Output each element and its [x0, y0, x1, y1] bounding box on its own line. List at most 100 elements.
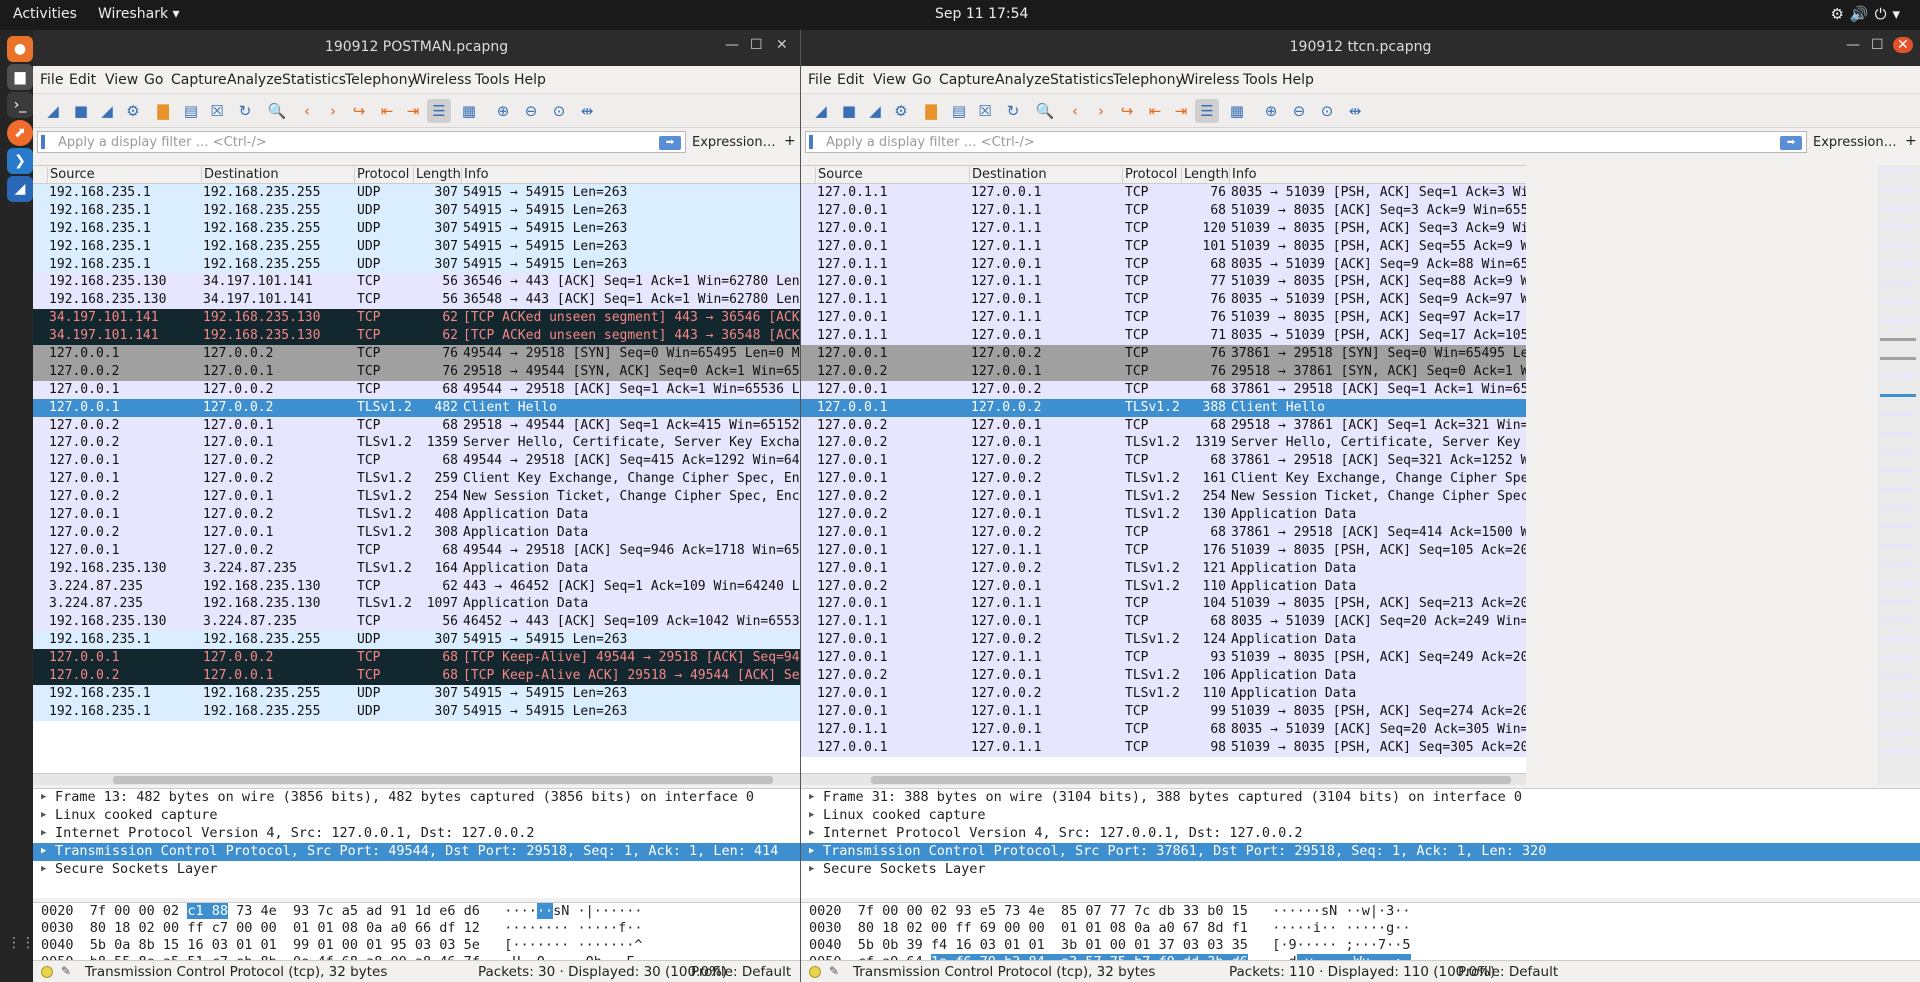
- expand-arrow-icon[interactable]: ▶: [809, 828, 823, 838]
- add-filter-button[interactable]: +: [784, 133, 796, 149]
- packet-row[interactable]: 127.0.0.1 127.0.1.1 TCP 99 51039 → 8035 [PSH…: [801, 702, 1526, 721]
- packet-row[interactable]: 127.0.0.1 127.0.0.2 TCP 76 49544 → 29518 [SY…: [33, 345, 800, 363]
- colorize-icon[interactable]: ▦: [457, 99, 481, 123]
- maximize-button[interactable]: ☐: [750, 37, 763, 53]
- packet-row[interactable]: 127.0.0.1 127.0.0.2 TCP 68 37861 → 29518 [AC…: [801, 380, 1526, 399]
- column-header-source[interactable]: Source: [47, 167, 95, 184]
- edit-comment-icon[interactable]: ✎: [61, 964, 71, 978]
- column-header-destination[interactable]: Destination: [969, 167, 1047, 184]
- expand-arrow-icon[interactable]: ▶: [41, 828, 55, 838]
- menu-view[interactable]: View: [873, 72, 906, 88]
- packet-row[interactable]: 192.168.235.1 192.168.235.255 UDP 307 54915 …: [33, 255, 800, 274]
- scrollbar-thumb[interactable]: [871, 776, 1511, 784]
- hex-row[interactable]: 0030 80 18 02 00 ff 69 00 00 01 01 08 0a…: [801, 920, 1920, 937]
- packet-row[interactable]: 127.0.1.1 127.0.0.1 TCP 76 8035 → 51039 [PSH…: [801, 184, 1526, 202]
- detail-tree-item[interactable]: ▶ Transmission Control Protocol, Src Port…: [801, 843, 1920, 861]
- expand-arrow-icon[interactable]: ▶: [809, 846, 823, 856]
- bookmark-icon[interactable]: [809, 135, 813, 149]
- packet-row[interactable]: 127.0.0.1 127.0.0.2 TCP 68 49544 → 29518 [AC…: [33, 380, 800, 399]
- packet-row[interactable]: 127.0.1.1 127.0.0.1 TCP 68 8035 → 51039 [ACK…: [801, 613, 1526, 632]
- packet-row[interactable]: 34.197.101.141 192.168.235.130 TCP 62 [TCP A…: [33, 327, 800, 346]
- menu-file[interactable]: File: [40, 72, 63, 88]
- go-forward-icon[interactable]: ›: [321, 99, 345, 123]
- packet-row[interactable]: 127.0.0.1 127.0.1.1 TCP 104 51039 → 8035 [PS…: [801, 595, 1526, 614]
- maximize-button[interactable]: ☐: [1871, 37, 1884, 53]
- menu-tools[interactable]: Tools: [475, 72, 510, 88]
- column-header-info[interactable]: Info: [1229, 167, 1257, 184]
- go-to-packet-icon[interactable]: ↪: [347, 99, 371, 123]
- expert-info-icon[interactable]: [809, 966, 821, 978]
- save-file-icon[interactable]: ▤: [179, 99, 203, 123]
- go-to-packet-icon[interactable]: ↪: [1115, 99, 1139, 123]
- menu-capture[interactable]: Capture: [171, 72, 227, 88]
- packet-row[interactable]: 127.0.0.2 127.0.0.1 TCP 68 29518 → 49544 [AC…: [33, 416, 800, 435]
- display-filter-input[interactable]: Apply a display filter … <Ctrl-/> ➡: [805, 131, 1807, 153]
- menu-help[interactable]: Help: [514, 72, 546, 88]
- detail-tree-item[interactable]: ▶ Linux cooked capture: [33, 807, 800, 825]
- menu-statistics[interactable]: Statistics: [282, 72, 346, 88]
- column-header-destination[interactable]: Destination: [201, 167, 279, 184]
- minimize-button[interactable]: —: [725, 37, 739, 53]
- menu-telephony[interactable]: Telephony: [1113, 72, 1184, 88]
- packet-row[interactable]: 127.0.0.2 127.0.0.1 TLSv1.2 110 Application …: [801, 577, 1526, 596]
- expand-arrow-icon[interactable]: ▶: [41, 846, 55, 856]
- packet-row[interactable]: 127.0.1.1 127.0.0.1 TCP 71 8035 → 51039 [PSH…: [801, 327, 1526, 346]
- detail-tree-item[interactable]: ▶ Secure Sockets Layer: [801, 861, 1920, 879]
- packet-row[interactable]: 127.0.0.1 127.0.1.1 TCP 98 51039 → 8035 [PSH…: [801, 738, 1526, 757]
- packet-row[interactable]: 127.0.0.1 127.0.1.1 TCP 101 51039 → 8035 [PS…: [801, 237, 1526, 256]
- detail-tree-item[interactable]: ▶ Frame 13: 482 bytes on wire (3856 bits)…: [33, 789, 800, 807]
- expand-arrow-icon[interactable]: ▶: [41, 792, 55, 802]
- menu-tools[interactable]: Tools: [1243, 72, 1278, 88]
- add-filter-button[interactable]: +: [1905, 133, 1917, 149]
- go-forward-icon[interactable]: ›: [1089, 99, 1113, 123]
- detail-tree-item[interactable]: ▶ Linux cooked capture: [801, 807, 1920, 825]
- packet-row[interactable]: 127.0.0.2 127.0.0.1 TLSv1.2 1359 Server Hell…: [33, 434, 800, 453]
- packet-row[interactable]: 127.0.0.1 127.0.0.2 TLSv1.2 110 Application …: [801, 684, 1526, 703]
- column-header-protocol[interactable]: Protocol: [1122, 167, 1177, 184]
- terminal-icon[interactable]: ›_: [7, 92, 33, 118]
- packet-row[interactable]: 127.0.0.1 127.0.0.2 TCP 68 49544 → 29518 [AC…: [33, 541, 800, 560]
- menu-go[interactable]: Go: [144, 72, 163, 88]
- packet-row[interactable]: 127.0.0.1 127.0.0.2 TCP 76 37861 → 29518 [SY…: [801, 345, 1526, 363]
- restart-capture-icon[interactable]: ◢: [95, 99, 119, 123]
- apply-filter-arrow-icon[interactable]: ➡: [1780, 136, 1802, 150]
- zoom-in-icon[interactable]: ⊕: [491, 99, 515, 123]
- menu-wireless[interactable]: Wireless: [413, 72, 472, 88]
- close-file-icon[interactable]: ☒: [205, 99, 229, 123]
- packet-row[interactable]: 127.0.0.1 127.0.0.2 TLSv1.2 259 Client Key E…: [33, 470, 800, 489]
- menu-go[interactable]: Go: [912, 72, 931, 88]
- menu-wireless[interactable]: Wireless: [1181, 72, 1240, 88]
- menu-capture[interactable]: Capture: [939, 72, 995, 88]
- packet-row[interactable]: 127.0.0.1 127.0.0.2 TLSv1.2 388 Client Hello: [801, 398, 1526, 417]
- last-packet-icon[interactable]: ⇥: [401, 99, 425, 123]
- hex-row[interactable]: 0030 80 18 02 00 ff c7 00 00 01 01 08 0a…: [33, 920, 800, 937]
- hex-row[interactable]: 0040 5b 0a 8b 15 16 03 01 01 99 01 00 01…: [33, 937, 800, 954]
- detail-tree-item[interactable]: ▶ Transmission Control Protocol, Src Port…: [33, 843, 800, 861]
- packet-row[interactable]: 127.0.0.1 127.0.0.2 TLSv1.2 482 Client Hello: [33, 398, 800, 417]
- expand-arrow-icon[interactable]: ▶: [809, 864, 823, 874]
- files-icon[interactable]: ▆: [7, 64, 33, 90]
- packet-row[interactable]: 192.168.235.1 192.168.235.255 UDP 307 54915 …: [33, 201, 800, 220]
- autoscroll-icon[interactable]: ☰: [427, 99, 451, 123]
- shark-fin-start-icon[interactable]: ◢: [41, 99, 65, 123]
- zoom-out-icon[interactable]: ⊖: [1287, 99, 1311, 123]
- column-header-info[interactable]: Info: [461, 167, 489, 184]
- menu-view[interactable]: View: [105, 72, 138, 88]
- restart-capture-icon[interactable]: ◢: [863, 99, 887, 123]
- menu-statistics[interactable]: Statistics: [1050, 72, 1114, 88]
- expand-arrow-icon[interactable]: ▶: [809, 810, 823, 820]
- column-header-source[interactable]: Source: [815, 167, 863, 184]
- open-file-icon[interactable]: ▇: [919, 99, 943, 123]
- status-profile[interactable]: Profile: Default: [1458, 964, 1558, 980]
- packet-row[interactable]: 127.0.0.1 127.0.1.1 TCP 176 51039 → 8035 [PS…: [801, 541, 1526, 560]
- packet-row[interactable]: 127.0.0.1 127.0.0.2 TLSv1.2 124 Application …: [801, 631, 1526, 650]
- packet-row[interactable]: 127.0.0.2 127.0.0.1 TCP 68 29518 → 37861 [AC…: [801, 416, 1526, 435]
- packet-row[interactable]: 127.0.0.2 127.0.0.1 TLSv1.2 254 New Session …: [33, 488, 800, 507]
- packet-row[interactable]: 127.0.0.1 127.0.1.1 TCP 93 51039 → 8035 [PSH…: [801, 649, 1526, 668]
- packet-row[interactable]: 192.168.235.1 192.168.235.255 UDP 307 54915 …: [33, 237, 800, 256]
- status-profile[interactable]: Profile: Default: [691, 964, 791, 980]
- reload-icon[interactable]: ↻: [233, 99, 257, 123]
- packet-row[interactable]: 192.168.235.1 192.168.235.255 UDP 307 54915 …: [33, 631, 800, 650]
- column-header-length[interactable]: Length: [413, 167, 461, 184]
- expand-arrow-icon[interactable]: ▶: [809, 792, 823, 802]
